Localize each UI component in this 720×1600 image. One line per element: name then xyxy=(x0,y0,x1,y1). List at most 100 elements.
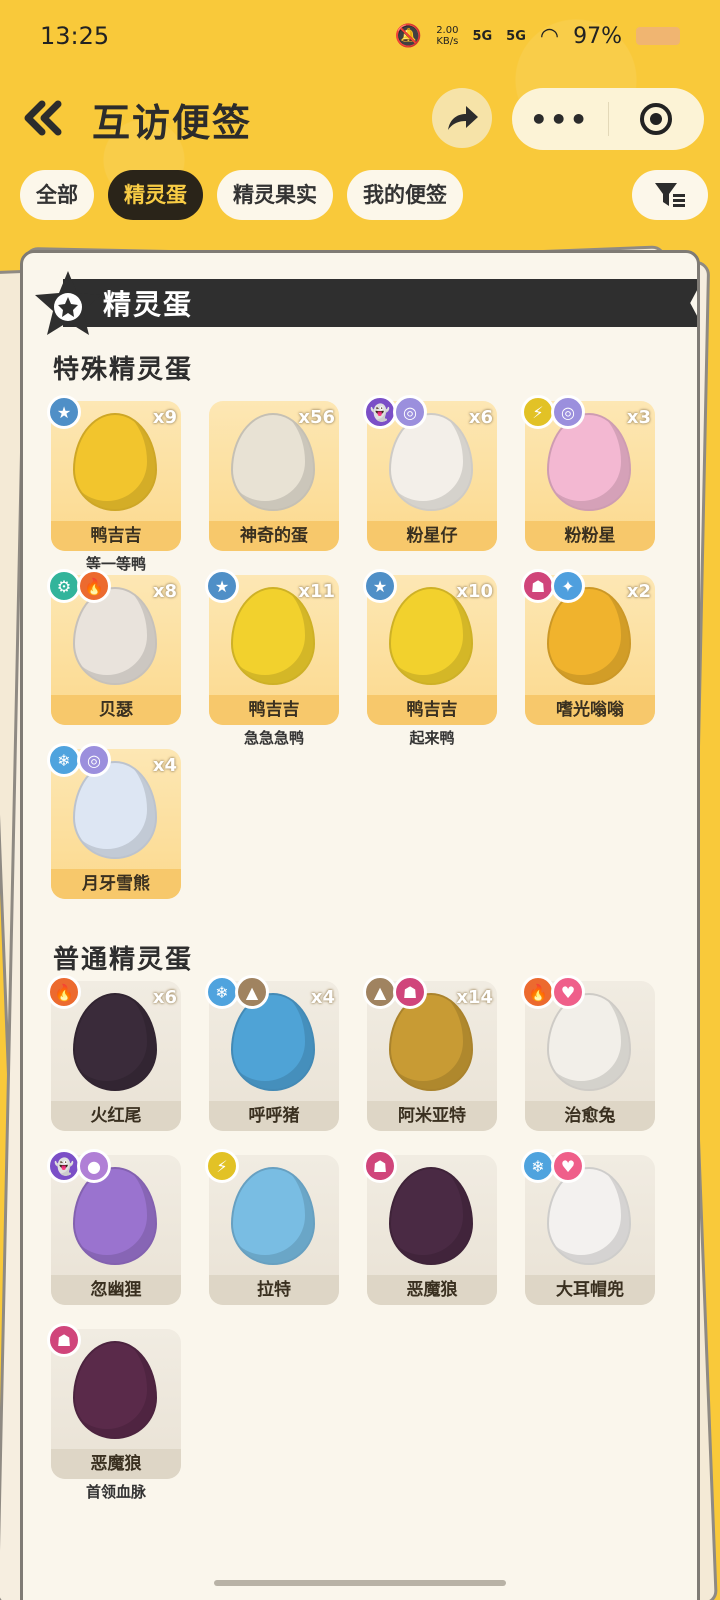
type-badges: ⚡ ◎ xyxy=(521,395,585,429)
home-indicator[interactable] xyxy=(214,1580,506,1586)
egg-name: 拉特 xyxy=(209,1275,339,1305)
egg-card[interactable]: ⚡ 拉特 xyxy=(205,1149,339,1305)
egg-card[interactable]: x11 ★ 鸭吉吉 xyxy=(205,569,339,725)
type-badges: ❄ ◎ xyxy=(47,743,111,777)
egg-variant-label: 起来鸭 xyxy=(409,729,455,747)
egg-card[interactable]: 🔥 ♥ 治愈兔 xyxy=(521,975,655,1131)
demon-icon: ☗ xyxy=(393,975,427,1009)
spiral-icon: ◎ xyxy=(393,395,427,429)
egg-variant-label: 急急急鸭 xyxy=(243,729,304,747)
egg-count: x3 xyxy=(626,407,651,428)
egg-name: 呼呼猪 xyxy=(209,1101,339,1131)
egg-image xyxy=(73,993,157,1091)
egg-card[interactable]: x3 ⚡ ◎ 粉粉星 xyxy=(521,395,655,551)
type-badges: ❄ ▲ xyxy=(205,975,269,1009)
egg-card[interactable]: x4 ❄ ▲ 呼呼猪 xyxy=(205,975,339,1131)
mountain-icon: ▲ xyxy=(363,975,397,1009)
status-bar: 13:25 🔕 2.00 KB/s 5G 5G ◠ 97% xyxy=(0,0,720,72)
gear-icon: ⚙ xyxy=(47,569,81,603)
egg-card[interactable]: x6 👻 ◎ 粉星仔 xyxy=(363,395,497,551)
type-badges: ★ xyxy=(47,395,81,429)
egg-image xyxy=(389,1167,473,1265)
tab-eggs[interactable]: 精灵蛋 xyxy=(108,170,203,220)
tab-my-notes[interactable]: 我的便签 xyxy=(347,170,463,220)
egg-name: 鸭吉吉 xyxy=(209,695,339,725)
signal-5g-1: 5G xyxy=(472,28,493,44)
star-icon: ★ xyxy=(205,569,239,603)
special-eggs-title: 特殊精灵蛋 xyxy=(53,355,194,385)
tab-fruits[interactable]: 精灵果实 xyxy=(217,170,333,220)
egg-name: 粉星仔 xyxy=(367,521,497,551)
egg-name: 恶魔狼 xyxy=(367,1275,497,1305)
egg-card[interactable]: ☗ 恶魔狼 xyxy=(47,1323,181,1479)
page-title: 互访便签 xyxy=(92,101,253,145)
type-badges: ☗ xyxy=(363,1149,397,1183)
type-badges: 👻 ◎ xyxy=(363,395,427,429)
demon-icon: ☗ xyxy=(363,1149,397,1183)
egg-name: 治愈兔 xyxy=(525,1101,655,1131)
egg-name: 火红尾 xyxy=(51,1101,181,1131)
type-badges: ★ xyxy=(205,569,239,603)
type-badges: ☗ ✦ xyxy=(521,569,585,603)
egg-card[interactable]: ❄ ♥ 大耳帽兜 xyxy=(521,1149,655,1305)
star-badge-icon xyxy=(35,271,101,335)
type-badges: ❄ ♥ xyxy=(521,1149,585,1183)
egg-name: 神奇的蛋 xyxy=(209,521,339,551)
egg-count: x4 xyxy=(310,987,335,1008)
egg-count: x8 xyxy=(152,581,177,602)
mute-icon: 🔕 xyxy=(394,23,423,49)
star-icon: ★ xyxy=(47,395,81,429)
spiral-icon: ◎ xyxy=(551,395,585,429)
mountain-icon: ▲ xyxy=(235,975,269,1009)
egg-card[interactable]: x4 ❄ ◎ 月牙雪熊 xyxy=(47,743,181,899)
egg-count: x10 xyxy=(456,581,493,602)
net-speed: 2.00 KB/s xyxy=(436,25,459,47)
share-button[interactable] xyxy=(432,88,492,148)
signal-5g-2: 5G xyxy=(506,28,526,44)
egg-name: 鸭吉吉 xyxy=(367,695,497,725)
normal-eggs-title: 普通精灵蛋 xyxy=(53,945,194,975)
egg-card[interactable]: x9 ★ 鸭吉吉 xyxy=(47,395,181,551)
egg-name: 阿米亚特 xyxy=(367,1101,497,1131)
miniapp-capsule: ••• xyxy=(512,88,704,150)
egg-card[interactable]: x8 ⚙ 🔥 贝瑟 xyxy=(47,569,181,725)
egg-card[interactable]: x56 神奇的蛋 xyxy=(209,401,339,551)
egg-card[interactable]: 👻 ● 忽幽狸 xyxy=(47,1149,181,1305)
egg-count: x4 xyxy=(152,755,177,776)
egg-count: x14 xyxy=(456,987,493,1008)
egg-count: x56 xyxy=(298,407,335,428)
double-chevron-left-icon xyxy=(24,100,62,136)
back-button[interactable] xyxy=(20,98,66,138)
egg-name: 贝瑟 xyxy=(51,695,181,725)
crystal-icon: ✦ xyxy=(551,569,585,603)
egg-card[interactable]: ☗ 恶魔狼 xyxy=(363,1149,497,1305)
egg-name: 嗜光嗡嗡 xyxy=(525,695,655,725)
star-icon: ★ xyxy=(363,569,397,603)
type-badges: ▲ ☗ xyxy=(363,975,427,1009)
egg-name: 忽幽狸 xyxy=(51,1275,181,1305)
egg-card[interactable]: x6 🔥 火红尾 xyxy=(47,975,181,1131)
egg-name: 月牙雪熊 xyxy=(51,869,181,899)
share-arrow-icon xyxy=(448,106,478,130)
egg-card[interactable]: x2 ☗ ✦ 嗜光嗡嗡 xyxy=(521,569,655,725)
egg-name: 大耳帽兜 xyxy=(525,1275,655,1305)
tab-all[interactable]: 全部 xyxy=(20,170,94,220)
filter-icon xyxy=(655,183,685,207)
egg-card[interactable]: x10 ★ 鸭吉吉 xyxy=(363,569,497,725)
filter-button[interactable] xyxy=(632,170,708,220)
ghost-icon: 👻 xyxy=(363,395,397,429)
egg-image xyxy=(73,413,157,511)
close-target-button[interactable] xyxy=(609,101,705,137)
lightning-icon: ⚡ xyxy=(521,395,555,429)
status-time: 13:25 xyxy=(40,22,110,50)
target-icon xyxy=(640,103,673,135)
fire-icon: 🔥 xyxy=(77,569,111,603)
type-badges: 👻 ● xyxy=(47,1149,111,1183)
fire-icon: 🔥 xyxy=(521,975,555,1009)
demon-icon: ☗ xyxy=(47,1323,81,1357)
egg-card[interactable]: x14 ▲ ☗ 阿米亚特 xyxy=(363,975,497,1131)
ghost-icon: 👻 xyxy=(47,1149,81,1183)
more-button[interactable]: ••• xyxy=(512,103,608,136)
egg-variant-label: 首领血脉 xyxy=(85,1483,146,1501)
category-tabs: 全部 精灵蛋 精灵果实 我的便签 xyxy=(20,170,463,220)
